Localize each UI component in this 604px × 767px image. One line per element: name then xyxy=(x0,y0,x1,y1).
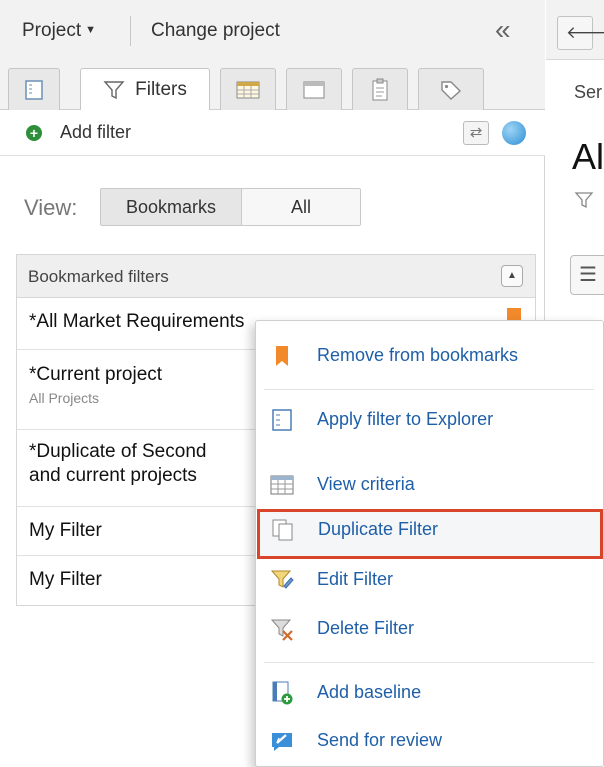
menu-item-send-review[interactable]: Send for review xyxy=(256,720,604,762)
menu-item-label: Edit Filter xyxy=(317,569,394,589)
globe-icon[interactable] xyxy=(502,121,526,145)
panel-topbar: Project ▼ Change project « xyxy=(0,0,545,60)
view-all-button[interactable]: All xyxy=(241,188,361,226)
change-project-link[interactable]: Change project xyxy=(151,20,280,42)
tab-tags[interactable] xyxy=(418,68,484,110)
menu-item-edit-filter[interactable]: Edit Filter xyxy=(256,559,604,601)
filter-toolbar: + Add filter ⇄ xyxy=(0,110,545,156)
divider xyxy=(130,16,131,46)
menu-item-label: Add baseline xyxy=(317,682,422,702)
truncated-title: Al xyxy=(572,136,604,177)
send-review-icon xyxy=(272,733,292,751)
explorer-icon xyxy=(272,409,292,431)
bookmark-icon xyxy=(276,346,288,366)
menu-item-label: Apply filter to Explorer xyxy=(317,409,494,429)
tab-criteria[interactable] xyxy=(220,68,276,110)
menu-item-label: Remove from bookmarks xyxy=(317,345,519,365)
collapse-panel-icon[interactable]: « xyxy=(495,15,511,45)
tab-filters[interactable]: Filters xyxy=(80,68,210,111)
tab-filters-label: Filters xyxy=(135,79,187,100)
menu-item-delete-filter[interactable]: Delete Filter xyxy=(256,608,604,650)
explorer-icon xyxy=(25,79,43,100)
tab-window[interactable] xyxy=(286,68,342,110)
tag-icon xyxy=(441,80,462,100)
duplicate-icon xyxy=(272,519,293,541)
view-label: View: xyxy=(24,195,78,220)
list-view-icon[interactable]: ☰ xyxy=(570,255,604,295)
funnel-icon xyxy=(574,190,594,216)
menu-item-remove-bookmark[interactable]: Remove from bookmarks xyxy=(256,335,604,377)
truncated-label: Ser xyxy=(574,82,603,102)
edit-filter-icon xyxy=(270,570,294,589)
delete-filter-icon xyxy=(270,619,293,641)
menu-item-label: View criteria xyxy=(317,474,415,494)
menu-item-label: Send for review xyxy=(317,730,443,750)
clipboard-icon xyxy=(372,78,388,100)
add-baseline-icon xyxy=(272,681,293,705)
add-filter-button[interactable]: Add filter xyxy=(60,122,131,143)
list-header: Bookmarked filters ▲ xyxy=(17,254,535,298)
menu-item-add-baseline[interactable]: Add baseline xyxy=(256,672,604,714)
grid-icon xyxy=(236,81,260,98)
menu-divider xyxy=(264,662,594,663)
main-topbar: 🡐 xyxy=(546,0,604,60)
menu-item-view-criteria[interactable]: View criteria xyxy=(256,464,604,506)
menu-item-duplicate-filter[interactable]: Duplicate Filter xyxy=(257,509,603,559)
project-menu-label: Project xyxy=(22,20,82,41)
tab-clipboard[interactable] xyxy=(352,68,408,110)
add-icon[interactable]: + xyxy=(26,125,42,141)
filter-context-menu: Remove from bookmarks Apply filter to Ex… xyxy=(255,320,604,767)
menu-divider xyxy=(264,389,594,390)
grid-icon xyxy=(270,475,294,495)
menu-item-label: Delete Filter xyxy=(317,618,415,638)
sync-icon[interactable]: ⇄ xyxy=(463,121,489,145)
project-menu[interactable]: Project ▼ xyxy=(22,20,96,42)
view-bookmarks-button[interactable]: Bookmarks xyxy=(100,188,242,226)
list-header-label: Bookmarked filters xyxy=(28,267,169,286)
back-arrow-icon[interactable]: 🡐 xyxy=(557,16,604,50)
funnel-icon xyxy=(103,81,125,100)
menu-item-apply-explorer[interactable]: Apply filter to Explorer xyxy=(256,399,604,441)
collapse-up-icon[interactable]: ▲ xyxy=(501,265,523,287)
caret-down-icon: ▼ xyxy=(85,24,97,36)
panel-tabs: Filters xyxy=(0,60,545,111)
tab-explorer[interactable] xyxy=(8,68,60,110)
menu-item-label: Duplicate Filter xyxy=(318,519,439,539)
window-icon xyxy=(303,81,325,98)
